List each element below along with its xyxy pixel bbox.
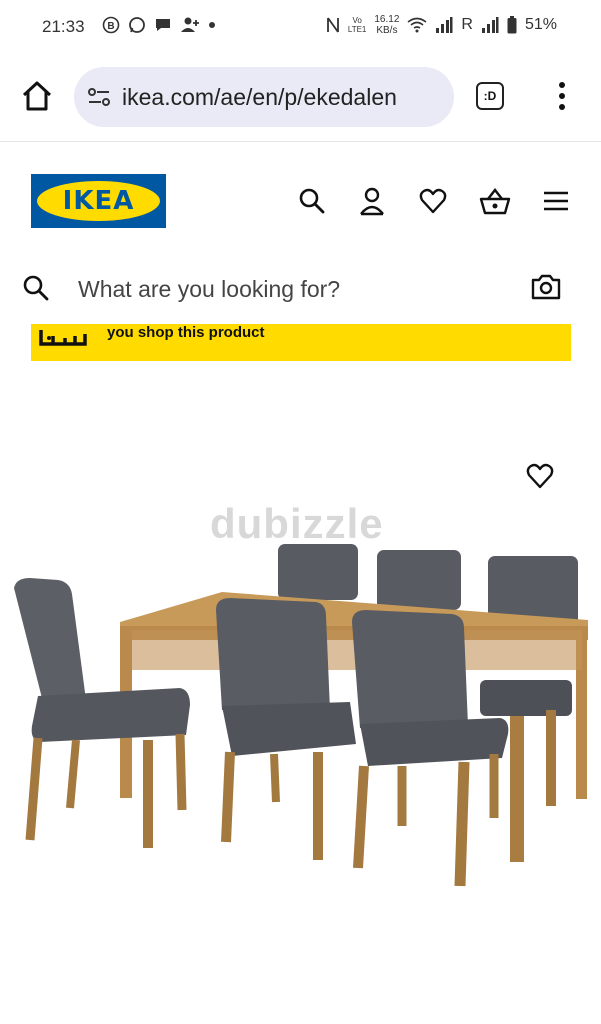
site-settings-icon[interactable] xyxy=(86,84,112,110)
whatsapp-icon xyxy=(129,17,145,33)
product-image xyxy=(14,544,588,887)
home-icon[interactable] xyxy=(20,79,54,113)
camera-search-icon[interactable] xyxy=(530,272,562,302)
hamburger-menu-icon[interactable] xyxy=(542,186,570,216)
signal-icon-1 xyxy=(436,17,453,33)
battery-percent: 51% xyxy=(524,16,557,33)
signal-icon-2 xyxy=(481,17,499,33)
search-icon-header[interactable] xyxy=(298,186,326,216)
status-time: 21:33 xyxy=(42,17,85,36)
search-input[interactable] xyxy=(76,270,500,308)
message-icon xyxy=(156,19,170,31)
search-bar xyxy=(0,262,601,314)
promo-banner[interactable]: you shop this product xyxy=(31,324,571,361)
battery-icon xyxy=(507,16,517,34)
lte-label: LTE1 xyxy=(347,25,367,34)
ikea-logo[interactable]: IKEA xyxy=(31,174,166,228)
tabby-logo-icon xyxy=(39,330,87,346)
status-right: Vo LTE1 16.12 KB/s R 51% xyxy=(326,14,557,36)
nfc-icon xyxy=(326,17,339,33)
search-icon xyxy=(23,275,49,301)
banner-text: you shop this product xyxy=(107,324,265,341)
url-text[interactable]: ikea.com/ae/en/p/ekedalen xyxy=(122,84,397,111)
favourite-icon[interactable] xyxy=(525,462,555,490)
more-options-icon[interactable] xyxy=(552,80,572,112)
address-bar[interactable]: ikea.com/ae/en/p/ekedalen xyxy=(74,67,454,127)
wifi-icon xyxy=(407,17,427,33)
tab-switcher-button[interactable]: :D xyxy=(476,82,504,110)
notification-icons: B xyxy=(102,16,216,34)
browser-toolbar: ikea.com/ae/en/p/ekedalen :D xyxy=(0,62,601,132)
profile-icon[interactable] xyxy=(358,186,386,216)
person-add-icon xyxy=(181,17,199,32)
wishlist-icon[interactable] xyxy=(419,186,447,216)
b-badge-icon: B xyxy=(102,16,120,34)
toolbar-divider xyxy=(0,141,601,142)
logo-text: IKEA xyxy=(37,181,160,221)
basket-icon[interactable] xyxy=(479,186,511,216)
volte-label: Vo xyxy=(352,16,362,25)
net-speed-value: 16.12 xyxy=(374,14,400,25)
dot-icon xyxy=(209,22,215,28)
svg-text:B: B xyxy=(107,21,114,32)
net-speed-unit: KB/s xyxy=(376,25,398,36)
status-bar: 21:33 B Vo LTE1 16.12 KB/s R 51% xyxy=(0,0,601,52)
sim-label: R xyxy=(461,16,473,33)
